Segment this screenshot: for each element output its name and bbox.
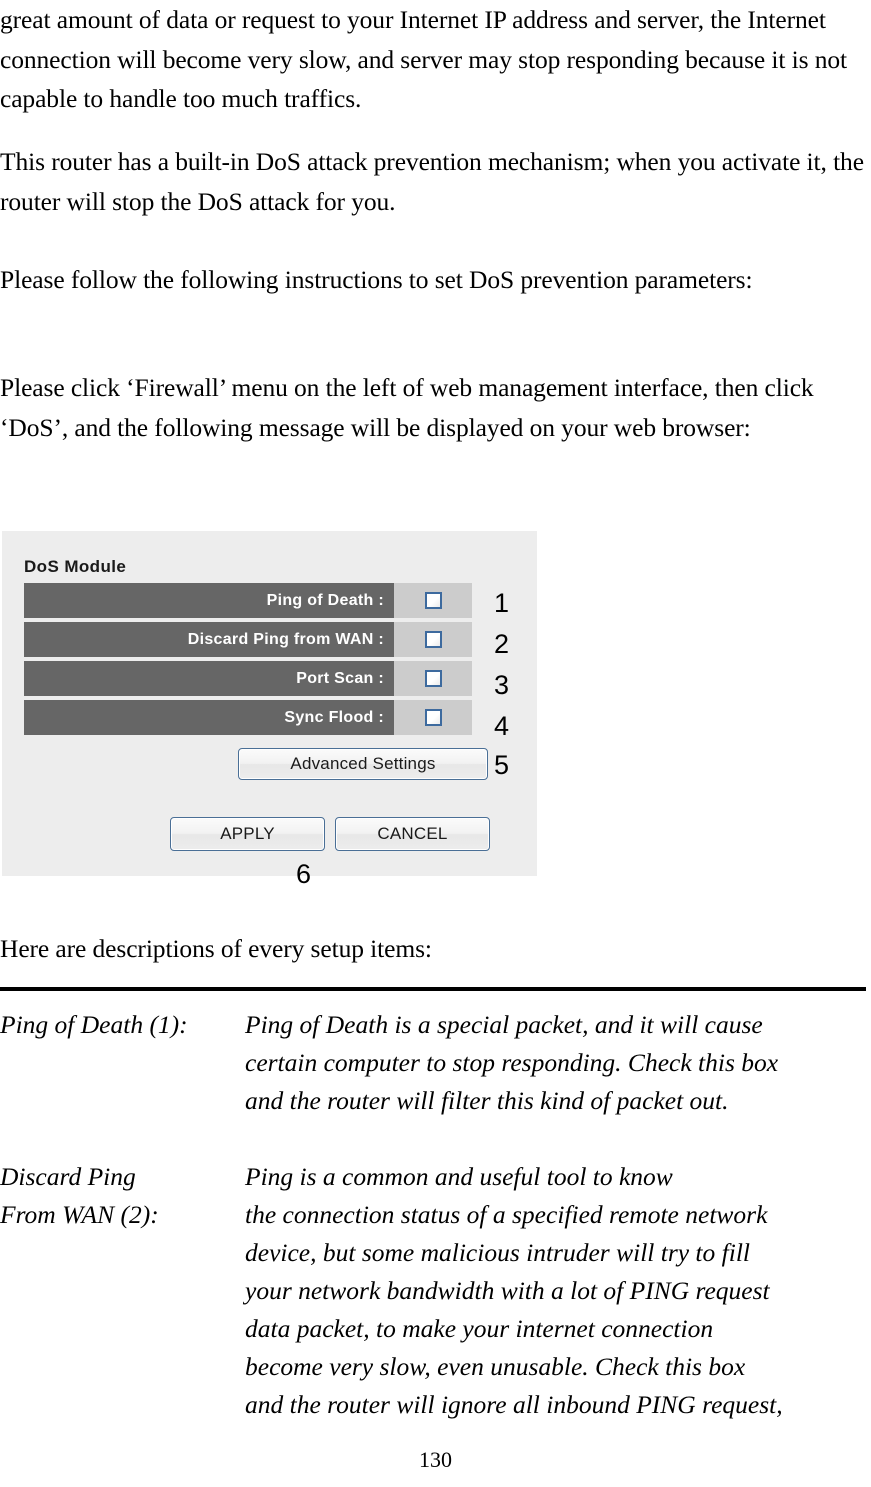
dos-module-title: DoS Module [24,557,127,576]
table-row: Ping of Death : [24,583,472,618]
definition-term: Ping of Death (1): [0,1006,240,1044]
paragraph-intro: great amount of data or request to your … [0,0,871,119]
definition-body: Ping is a common and useful tool to know… [245,1158,865,1424]
paragraph-builtin-text: This router has a built-in DoS attack pr… [0,147,864,216]
definition-list: Ping of Death (1): Ping of Death is a sp… [0,1006,871,1462]
horizontal-rule [0,987,866,991]
callout-number-3: 3 [494,670,510,700]
definition-body-line: device, but some malicious intruder will… [245,1238,750,1267]
sync-flood-label: Sync Flood : [24,700,394,735]
page-number: 130 [419,1447,452,1472]
ping-of-death-checkbox[interactable] [424,592,442,609]
ping-of-death-label: Ping of Death : [24,583,394,618]
table-row: Port Scan : [24,661,472,696]
definition-term: Discard Ping From WAN (2): [0,1158,240,1234]
sync-flood-checkbox[interactable] [424,709,442,726]
definition-body-line: become very slow, even unusable. Check t… [245,1352,746,1381]
definition-discard-ping-from-wan: Discard Ping From WAN (2): Ping is a com… [0,1158,871,1424]
definition-body-line: data packet, to make your internet conne… [245,1314,714,1343]
descriptions-heading-text: Here are descriptions of every setup ite… [0,934,432,963]
definition-body: Ping of Death is a special packet, and i… [245,1006,865,1120]
cancel-button[interactable]: CANCEL [335,817,490,851]
paragraph-follow-text: Please follow the following instructions… [0,265,753,294]
definition-body-line: your network bandwidth with a lot of PIN… [245,1276,770,1305]
port-scan-label: Port Scan : [24,661,394,696]
discard-ping-from-wan-cell [394,622,472,657]
descriptions-heading: Here are descriptions of every setup ite… [0,932,871,966]
table-row: Sync Flood : [24,700,472,735]
sync-flood-cell [394,700,472,735]
definition-ping-of-death: Ping of Death (1): Ping of Death is a sp… [0,1006,871,1120]
definition-body-line: Ping of Death is a special packet, and i… [245,1010,763,1039]
definition-body-line: certain computer to stop responding. Che… [245,1048,779,1077]
definition-term-line: From WAN (2): [0,1200,159,1229]
ping-of-death-cell [394,583,472,618]
definition-body-line: and the router will ignore all inbound P… [245,1390,783,1419]
callout-number-2: 2 [494,629,510,659]
document-page: great amount of data or request to your … [0,0,871,1487]
definition-body-line: and the router will filter this kind of … [245,1086,729,1115]
discard-ping-from-wan-checkbox[interactable] [424,631,442,648]
callout-number-4: 4 [494,711,510,741]
definition-term-line: Discard Ping [0,1162,136,1191]
paragraph-click-firewall: Please click ‘Firewall’ menu on the left… [0,368,871,447]
dos-module-row-list: Ping of Death : Discard Ping from WAN : … [24,583,472,739]
paragraph-follow-instructions: Please follow the following instructions… [0,260,871,300]
apply-button[interactable]: APPLY [170,817,325,851]
advanced-settings-button[interactable]: Advanced Settings [238,748,488,780]
definition-body-line: the connection status of a specified rem… [245,1200,768,1229]
port-scan-checkbox[interactable] [424,670,442,687]
table-row: Discard Ping from WAN : [24,622,472,657]
paragraph-builtin-mechanism: This router has a built-in DoS attack pr… [0,142,871,221]
paragraph-click-text: Please click ‘Firewall’ menu on the left… [0,373,814,442]
definition-term-line: Ping of Death (1): [0,1010,188,1039]
callout-number-5: 5 [494,750,510,780]
definition-body-line: Ping is a common and useful tool to know [245,1162,673,1191]
paragraph-intro-text: great amount of data or request to your … [0,5,848,113]
callout-number-1: 1 [494,588,510,618]
callout-number-6: 6 [296,859,312,889]
port-scan-cell [394,661,472,696]
discard-ping-from-wan-label: Discard Ping from WAN : [24,622,394,657]
